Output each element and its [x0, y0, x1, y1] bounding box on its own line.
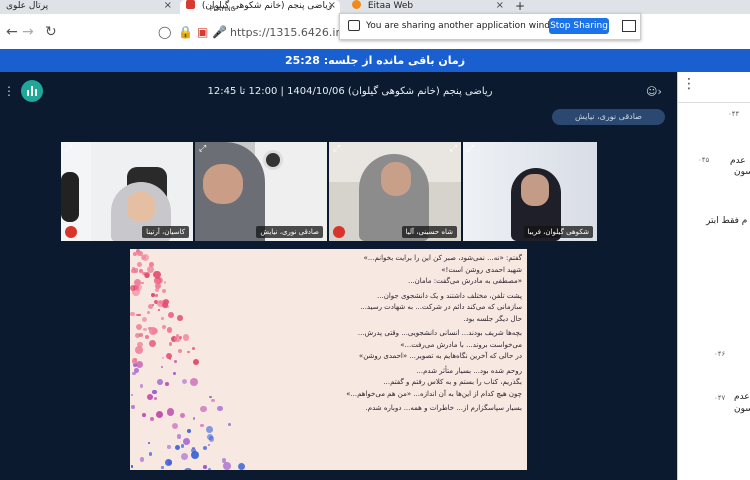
- video-tile[interactable]: ⤢ کاسیان، آرتینا: [61, 142, 193, 241]
- mic-muted-icon: [333, 226, 345, 238]
- tab-close-icon[interactable]: ×: [496, 0, 504, 12]
- url-field[interactable]: https://1315.6426.ir/h: [230, 26, 351, 39]
- speaker-chip: صادقی نوری، نیایش: [552, 109, 665, 125]
- chat-timestamp: ۰۴۴: [728, 110, 740, 118]
- screen-share-icon[interactable]: ▣: [197, 25, 208, 39]
- mic-icon[interactable]: 🎤: [212, 25, 227, 39]
- chat-text: عدم: [734, 392, 750, 402]
- shield-icon[interactable]: ◯: [158, 25, 171, 39]
- document-line: چون هیچ کدام از این‌ها به آن اندازه... «…: [346, 389, 522, 398]
- expand-icon[interactable]: ⤢: [65, 144, 72, 154]
- document-line: سازمانی که می‌کند دائم در شرکت... به شها…: [360, 303, 522, 311]
- document-line: می‌خواست بروند... با مادرش می‌رفت...»: [400, 340, 522, 349]
- forward-arrow-icon[interactable]: →: [22, 24, 34, 40]
- expand-icon[interactable]: ⤢: [467, 144, 474, 154]
- chat-timestamp: ۰۴۵: [698, 156, 710, 164]
- tab-portal[interactable]: پرتال علوی ×: [0, 0, 176, 14]
- document-line: بچه‌ها شریف بودند... انسانی دانشجویی... …: [357, 329, 522, 337]
- chat-timestamp: ۰۴۶: [714, 350, 726, 358]
- session-title: ریاضی پنجم (خانم شکوهی گیلوان) 1404/10/0…: [207, 86, 493, 97]
- document-line: روحم شده بود... بسیار متأثر شدم...: [416, 366, 522, 375]
- document-line: بگذریم، کتاب را بستم و به کلاس رفتم و گف…: [383, 378, 522, 386]
- browser-tab-bar: پرتال علوی × ریاضی پنجم (خانم شکوهی گیلو…: [0, 0, 750, 14]
- expand-icon[interactable]: ⤢: [333, 144, 340, 154]
- shared-document: گفتم: «نه... نمی‌شود، صبر کن این را برای…: [130, 249, 527, 470]
- participant-name: شکوهی گیلوان، فریبا: [523, 226, 593, 238]
- tab-playing-label: PLAYING: [210, 6, 236, 13]
- new-tab-button[interactable]: +: [515, 0, 525, 13]
- user-profile-icon[interactable]: ☺›: [646, 85, 662, 98]
- document-line: حال دیگر جلسه بود.: [463, 314, 522, 323]
- tab-eitaa[interactable]: Eitaa Web ×: [346, 0, 508, 14]
- window-share-icon: [348, 20, 360, 31]
- mic-muted-icon: [65, 226, 77, 238]
- chat-text: سون): [734, 167, 750, 177]
- video-tile[interactable]: ⤢ ⤢ شاه حسینی، آلیا: [329, 142, 461, 241]
- document-line: شهید احمدی روشن است!»: [441, 265, 522, 274]
- eitaa-favicon-icon: [352, 0, 361, 9]
- tab-close-icon[interactable]: ×: [328, 0, 336, 12]
- chat-text: م فقط ابتر: [706, 216, 748, 226]
- stop-sharing-button[interactable]: Stop Sharing: [549, 18, 609, 34]
- chat-text: سون): [734, 404, 750, 414]
- document-line: گفتم: «نه... نمی‌شود، صبر کن این را برای…: [363, 254, 522, 262]
- tab-portal-title: پرتال علوی: [6, 1, 49, 11]
- video-tile[interactable]: ⤢ صادقی نوری، نیایش: [195, 142, 327, 241]
- menu-dots-icon[interactable]: ⋮: [682, 76, 696, 92]
- expand-icon[interactable]: ⤢: [199, 144, 206, 154]
- reload-icon[interactable]: ↻: [45, 24, 57, 40]
- stats-icon[interactable]: [21, 80, 43, 102]
- tab-class-session[interactable]: ریاضی پنجم (خانم شکوهی گیلوان) ×: [180, 0, 340, 14]
- sharing-notification: You are sharing another application wind…: [339, 13, 641, 40]
- expand-icon[interactable]: ⤢: [450, 144, 457, 154]
- participant-name: کاسیان، آرتینا: [142, 226, 189, 238]
- document-line: «مصطفی به مادرش می‌گفت: مامان...: [407, 277, 522, 285]
- lock-icon[interactable]: 🔒: [178, 25, 193, 39]
- tab-eitaa-title: Eitaa Web: [367, 1, 414, 11]
- session-timer: زمان باقی مانده از جلسه: 25:28: [0, 49, 750, 72]
- document-line: در حالی که آخرین نگاه‌هایم به تصویر... «…: [358, 352, 522, 360]
- more-menu-icon[interactable]: ⋮: [3, 84, 15, 98]
- document-line: پشت تلفن، مختلف داشتند و یک دانشجوی جوان…: [377, 291, 522, 300]
- sharing-message: You are sharing another application wind…: [366, 21, 565, 31]
- class-favicon-icon: [186, 0, 195, 9]
- document-text: گفتم: «نه... نمی‌شود، صبر کن این را برای…: [270, 253, 522, 415]
- document-line: بسیار سپاسگزارم از... خاطرات و همه... دو…: [365, 404, 522, 412]
- minimize-icon[interactable]: [622, 20, 636, 32]
- participant-name: صادقی نوری، نیایش: [256, 226, 323, 238]
- video-tile[interactable]: ⤢ شکوهی گیلوان، فریبا: [463, 142, 597, 241]
- back-arrow-icon[interactable]: ←: [6, 24, 18, 40]
- participant-name: شاه حسینی، آلیا: [401, 226, 457, 238]
- chat-timestamp: ۰۴۷: [714, 394, 726, 402]
- chat-text: عدم: [730, 156, 746, 166]
- tab-close-icon[interactable]: ×: [164, 0, 172, 12]
- chat-panel: ⋮ ۰۴۴ ۰۴۵ عدم سون) م فقط ابتر ۰۴۶ ۰۴۷ عد…: [677, 72, 750, 480]
